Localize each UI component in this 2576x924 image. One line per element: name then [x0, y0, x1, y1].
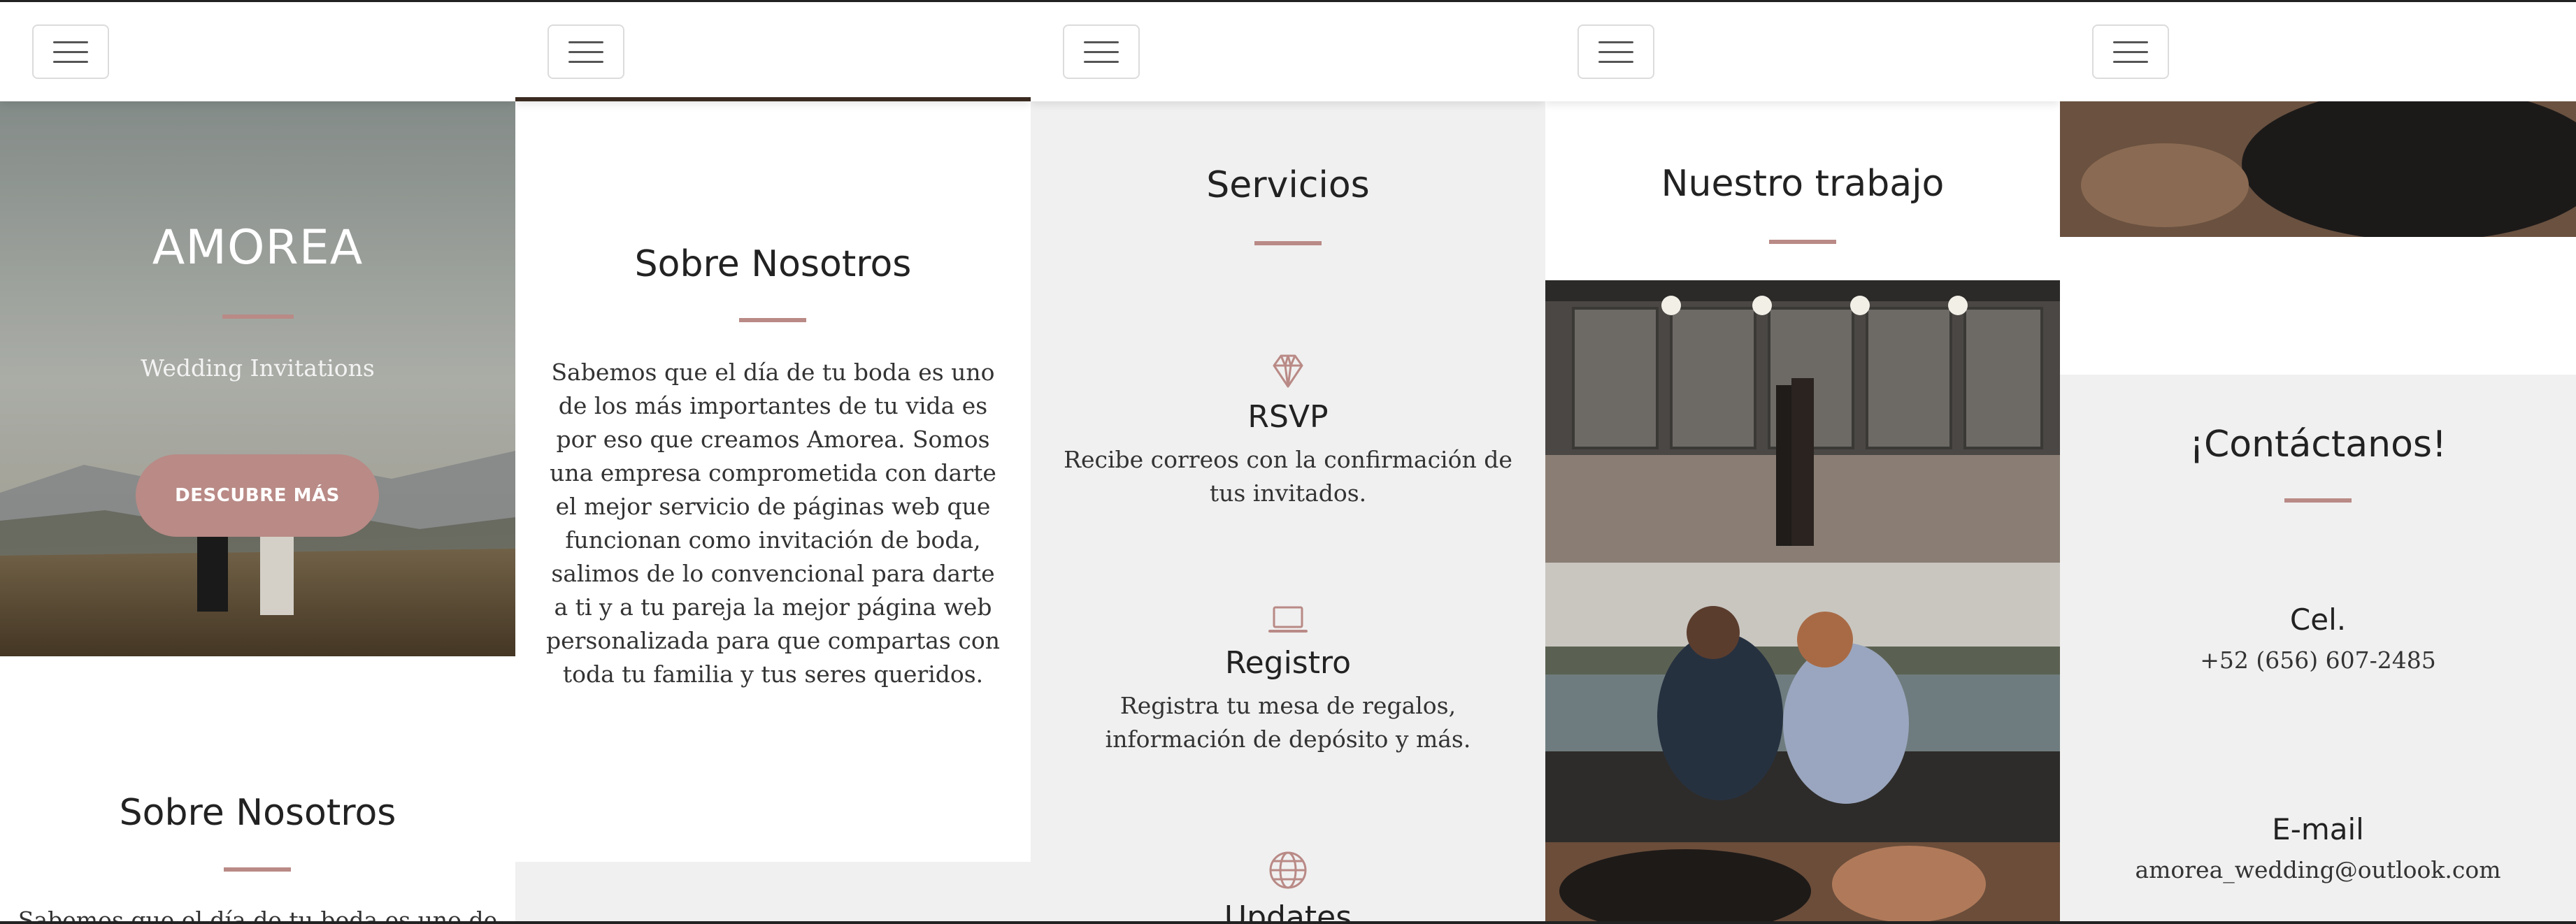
service-title: Updates: [1224, 900, 1352, 924]
hamburger-icon: [1084, 41, 1119, 43]
hamburger-icon: [2113, 41, 2148, 43]
hero-divider: [222, 315, 294, 319]
couple-lake-image: [1545, 563, 2060, 842]
phone-label: Cel.: [2289, 602, 2347, 637]
laptop-icon: [1268, 606, 1308, 633]
navbar: [2060, 2, 2576, 101]
panel-contact: ¡Contáctanos! Cel. +52 (656) 607-2485 E-…: [2060, 0, 2576, 924]
contact-title: ¡Contáctanos!: [2189, 424, 2447, 465]
navbar: [515, 2, 1031, 101]
work-title: Nuestro trabajo: [1661, 163, 1945, 205]
gallery-photo-3[interactable]: [1545, 842, 2060, 921]
service-item: RSVP Recibe correos con la confirmación …: [1031, 352, 1545, 510]
service-item: Updates: [1031, 849, 1545, 924]
panel-services: Servicios RSVP Recibe correos con la con…: [1031, 0, 1545, 924]
hero-title: AMOREA: [152, 220, 364, 275]
email-label: E-mail: [2272, 812, 2364, 846]
phone-value[interactable]: +52 (656) 607-2485: [2060, 647, 2576, 674]
menu-toggle-button[interactable]: [2092, 24, 2169, 79]
service-title: RSVP: [1247, 399, 1329, 435]
contact-divider: [2284, 498, 2352, 503]
services-divider: [1254, 241, 1322, 245]
navbar: [1545, 2, 2060, 101]
service-desc: Recibe correos con la confirmación de tu…: [1064, 446, 1512, 507]
about-divider: [739, 318, 806, 322]
about-text: Sabemos que el día de tu boda es uno de …: [546, 359, 1000, 688]
work-divider: [1769, 240, 1836, 244]
hero-section: AMOREA Wedding Invitations DESCUBRE MÁS: [0, 101, 515, 656]
email-value[interactable]: amorea_wedding@outlook.com: [2060, 856, 2576, 883]
email-block: E-mail amorea_wedding@outlook.com: [2060, 812, 2576, 883]
about-title: Sobre Nosotros: [119, 792, 396, 834]
about-title: Sobre Nosotros: [634, 243, 912, 285]
service-item: Registro Registra tu mesa de regalos, in…: [1031, 603, 1545, 756]
globe-icon: [1269, 851, 1307, 889]
panel-hero: AMOREA Wedding Invitations DESCUBRE MÁS …: [0, 0, 515, 924]
hero-subtitle: Wedding Invitations: [141, 354, 375, 382]
menu-toggle-button[interactable]: [1063, 24, 1140, 79]
panel-work: Nuestro trabajo: [1545, 0, 2060, 924]
navbar: [0, 2, 515, 101]
couple-leaves-image: [2060, 101, 2576, 237]
menu-toggle-button[interactable]: [1577, 24, 1654, 79]
panel-about: Sobre Nosotros Sabemos que el día de tu …: [515, 0, 1031, 924]
gallery-photo-2[interactable]: [1545, 563, 2060, 842]
navbar: [1031, 2, 1545, 101]
service-desc: Registra tu mesa de regalos, información…: [1105, 692, 1471, 753]
service-title: Registro: [1224, 645, 1352, 681]
phone-block: Cel. +52 (656) 607-2485: [2060, 602, 2576, 674]
discover-more-button[interactable]: DESCUBRE MÁS: [136, 454, 379, 537]
about-divider: [224, 867, 291, 872]
screenshot-strip: AMOREA Wedding Invitations DESCUBRE MÁS …: [0, 0, 2576, 924]
next-section-edge: [515, 862, 1031, 921]
menu-toggle-button[interactable]: [32, 24, 109, 79]
couple-brick-wall-image: [1545, 280, 2060, 563]
hamburger-icon: [1598, 41, 1633, 43]
services-title: Servicios: [1206, 164, 1370, 206]
couple-leaves-image: [1545, 842, 2060, 921]
hamburger-icon: [53, 41, 88, 43]
hamburger-icon: [568, 41, 603, 43]
gallery-photo-3-bottom[interactable]: [2060, 101, 2576, 237]
gallery-photo-1[interactable]: [1545, 280, 2060, 563]
contact-section: ¡Contáctanos! Cel. +52 (656) 607-2485 E-…: [2060, 375, 2576, 921]
menu-toggle-button[interactable]: [548, 24, 624, 79]
about-text-partial: Sabemos que el día de tu boda es uno de: [17, 907, 498, 924]
diamond-icon: [1273, 354, 1303, 388]
